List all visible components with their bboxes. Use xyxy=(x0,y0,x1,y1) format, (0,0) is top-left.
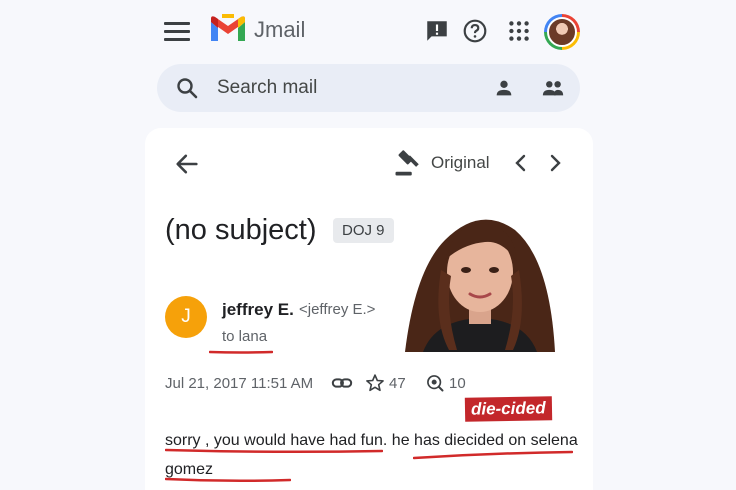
views-icon xyxy=(427,375,444,392)
account-avatar[interactable] xyxy=(544,14,580,50)
sender-name[interactable]: jeffrey E. xyxy=(222,300,294,320)
star-icon[interactable] xyxy=(365,373,385,393)
people-filter-icon[interactable] xyxy=(541,77,565,99)
portrait-image xyxy=(405,219,555,352)
annotation-stamp: die-cided xyxy=(464,396,552,422)
email-card: Original (no subject) DOJ 9 J jeffrey E.… xyxy=(145,128,593,490)
previous-email-icon[interactable] xyxy=(511,152,531,174)
email-date: Jul 21, 2017 11:51 AM xyxy=(165,375,314,392)
search-bar xyxy=(157,64,580,112)
hamburger-menu-icon[interactable] xyxy=(164,22,190,42)
gavel-icon[interactable] xyxy=(393,148,423,178)
recipient-line: to lana xyxy=(222,328,268,345)
top-bar: Jmail xyxy=(150,8,586,54)
link-icon[interactable] xyxy=(331,374,353,392)
original-link[interactable]: Original xyxy=(431,153,490,173)
app-name: Jmail xyxy=(254,17,306,42)
jmail-logo-icon xyxy=(211,14,245,41)
red-underline-annotation xyxy=(165,477,291,483)
red-underline-annotation xyxy=(413,450,573,460)
email-subject: (no subject) xyxy=(165,214,317,246)
sender-avatar: J xyxy=(165,296,207,338)
star-count: 47 xyxy=(389,375,406,392)
feedback-icon[interactable] xyxy=(424,18,450,44)
view-count: 10 xyxy=(449,375,466,392)
search-icon[interactable] xyxy=(175,76,199,100)
apps-grid-icon[interactable] xyxy=(506,18,532,44)
person-filter-icon[interactable] xyxy=(493,77,515,99)
sender-email: <jeffrey E.> xyxy=(299,301,376,318)
help-icon[interactable] xyxy=(462,18,488,44)
red-underline-annotation xyxy=(209,350,273,354)
back-arrow-icon[interactable] xyxy=(173,150,201,178)
search-input[interactable] xyxy=(217,75,467,101)
red-underline-annotation xyxy=(165,448,383,454)
next-email-icon[interactable] xyxy=(545,152,565,174)
